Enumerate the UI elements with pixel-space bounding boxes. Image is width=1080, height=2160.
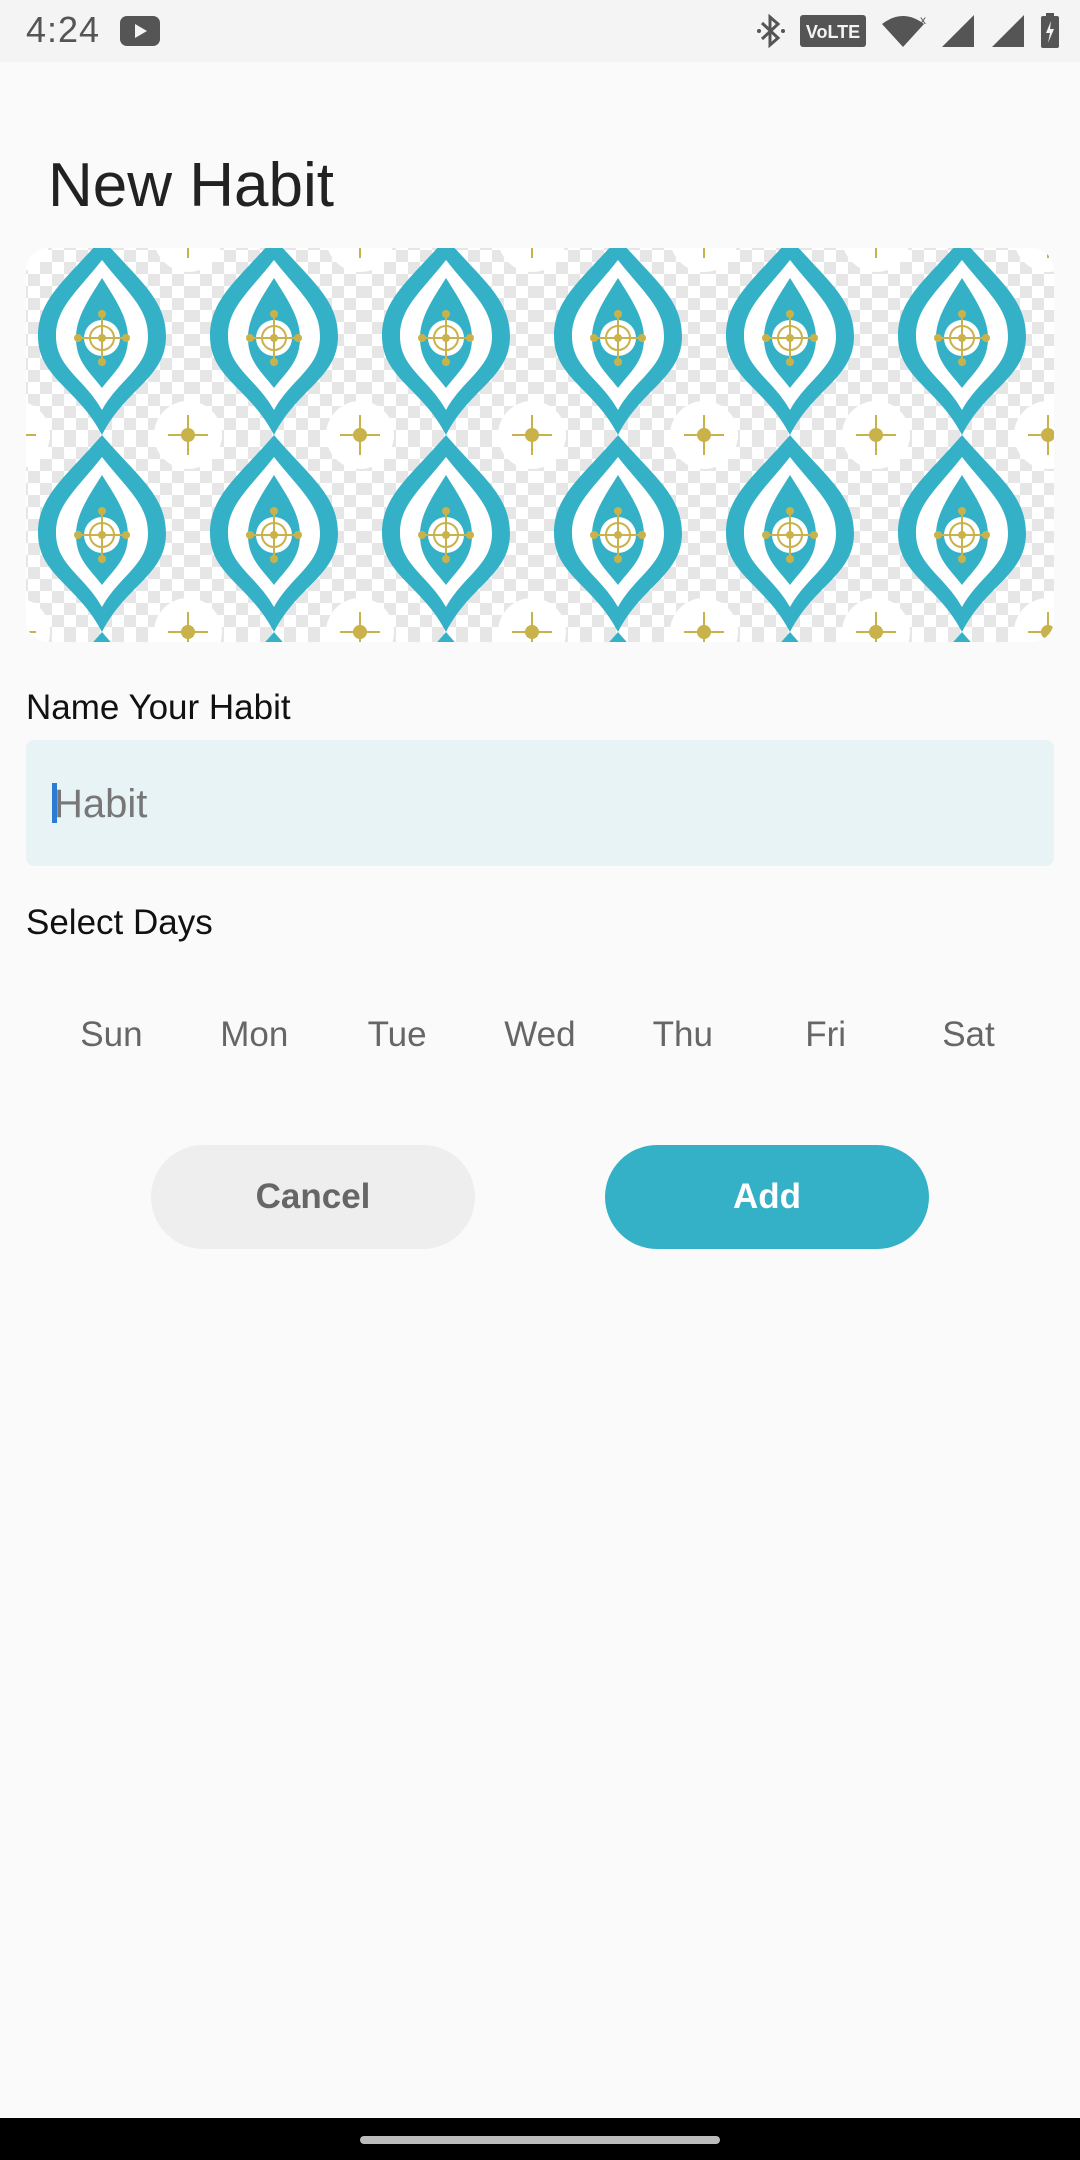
cancel-button[interactable]: Cancel [151, 1145, 475, 1249]
day-thu[interactable]: Thu [623, 1015, 743, 1055]
status-bar: 4:24 VoLTE x [0, 0, 1080, 62]
navigation-bar [0, 2118, 1080, 2160]
bluetooth-icon [756, 14, 786, 48]
page-title: New Habit [48, 150, 334, 220]
day-tue[interactable]: Tue [337, 1015, 457, 1055]
volte-label: VoLTE [806, 22, 860, 42]
status-time: 4:24 [26, 9, 101, 50]
status-icons: VoLTE x [756, 12, 1060, 50]
signal-icon-2 [990, 14, 1026, 48]
day-sun[interactable]: Sun [51, 1015, 171, 1055]
day-fri[interactable]: Fri [766, 1015, 886, 1055]
youtube-icon [120, 16, 160, 51]
wifi-icon: x [880, 14, 926, 48]
habit-input-container[interactable] [26, 740, 1054, 866]
signal-icon [940, 14, 976, 48]
habit-name-input[interactable] [52, 772, 1016, 836]
day-selector: Sun Mon Tue Wed Thu Fri Sat [40, 1005, 1040, 1065]
volte-icon: VoLTE [800, 15, 866, 47]
battery-icon [1040, 13, 1060, 49]
banner-image [26, 248, 1054, 642]
habit-name-label: Name Your Habit [26, 688, 291, 727]
svg-text:x: x [920, 14, 926, 27]
select-days-label: Select Days [26, 903, 213, 942]
add-button[interactable]: Add [605, 1145, 929, 1249]
home-gesture-handle[interactable] [360, 2136, 720, 2144]
day-wed[interactable]: Wed [480, 1015, 600, 1055]
day-sat[interactable]: Sat [908, 1015, 1028, 1055]
day-mon[interactable]: Mon [194, 1015, 314, 1055]
text-cursor [52, 783, 57, 823]
